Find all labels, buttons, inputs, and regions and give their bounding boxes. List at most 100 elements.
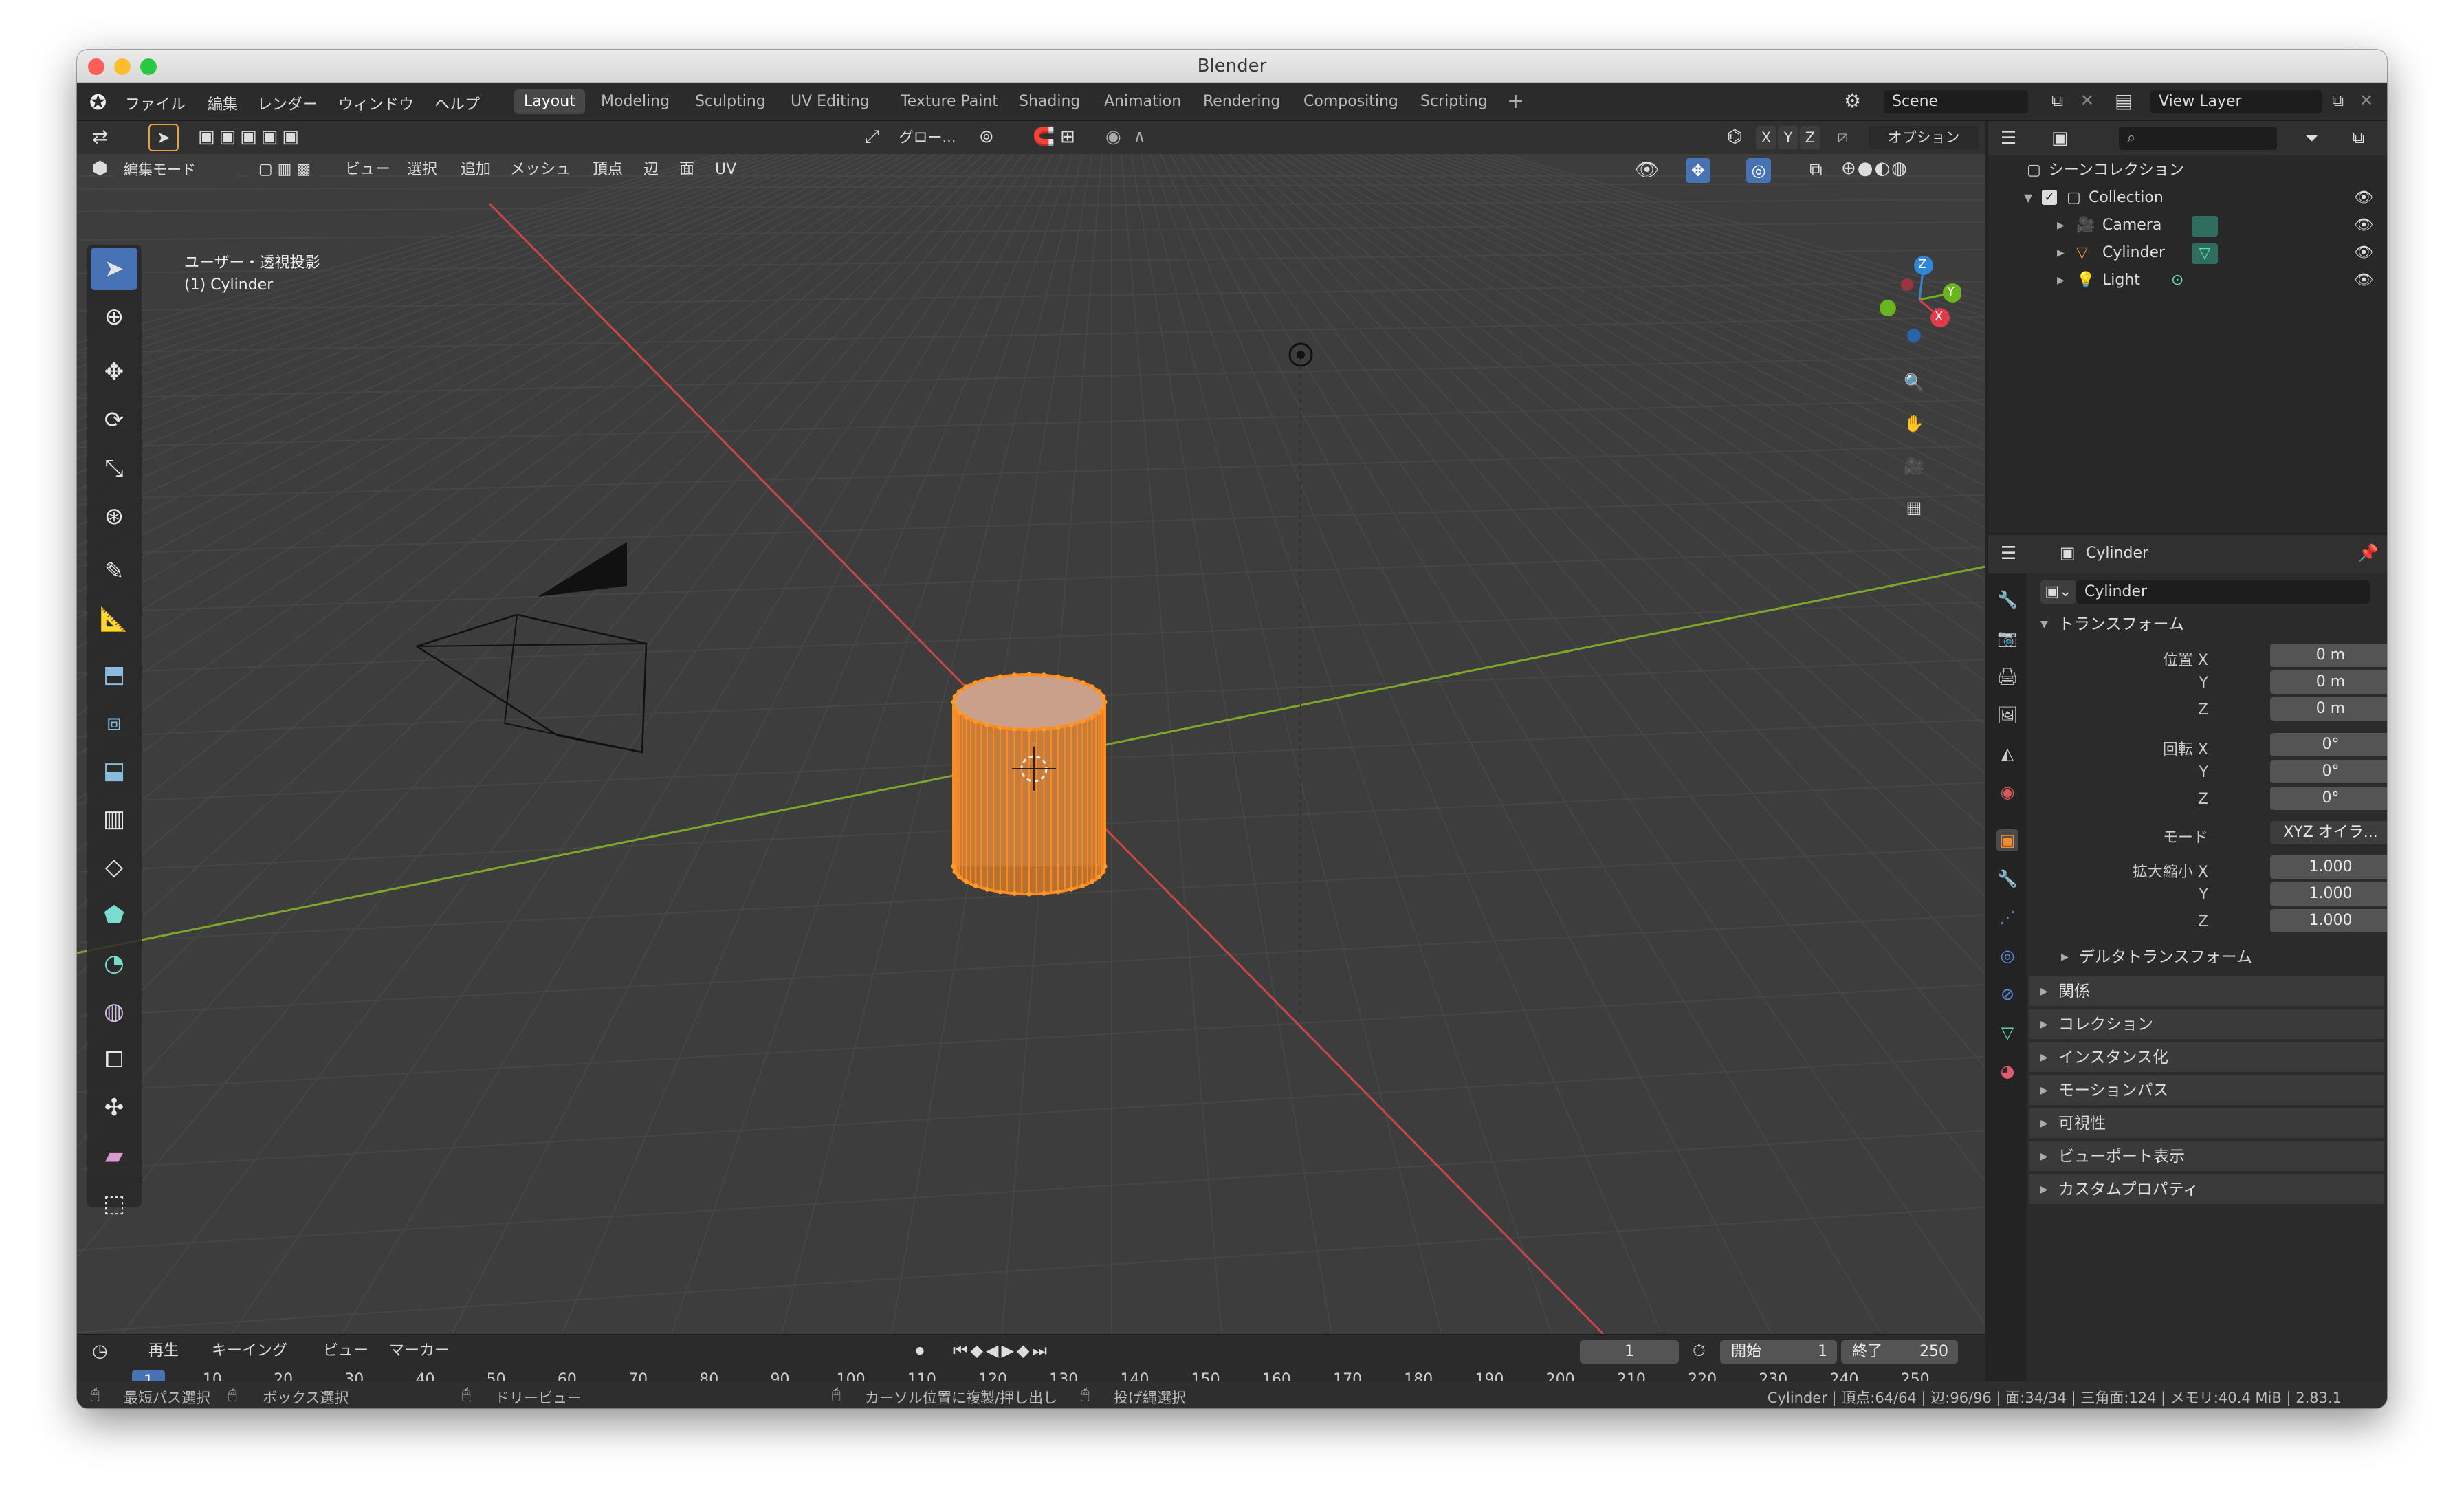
object-name-field[interactable]: Cylinder xyxy=(2076,580,2370,604)
eye-icon[interactable]: 👁 xyxy=(2354,184,2373,212)
select-mode-toggle-icons[interactable]: ▢ ▥ ▩ xyxy=(249,158,320,182)
expand-arrow-icon[interactable]: ▶ xyxy=(2057,239,2065,267)
tab-scripting[interactable]: Scripting xyxy=(1411,89,1497,114)
current-frame-field[interactable]: 1 xyxy=(1580,1340,1679,1364)
scene-icon[interactable]: ⚙ xyxy=(1844,89,1861,112)
tab-sculpting[interactable]: Sculpting xyxy=(685,89,776,114)
camera-view-icon[interactable]: 🎥 xyxy=(1900,452,1928,480)
delta-transform-panel[interactable]: ▶ デルタトランスフォーム xyxy=(2030,942,2384,972)
menu-timeline-view[interactable]: ビュー xyxy=(323,1339,368,1363)
cursor-tool-icon[interactable]: ⊕ xyxy=(91,296,138,338)
tab-rendering[interactable]: Rendering xyxy=(1194,89,1290,114)
rotate-tool-icon[interactable]: ⟳ xyxy=(91,399,138,441)
poly-build-tool-icon[interactable]: ⬟ xyxy=(91,894,138,937)
delete-scene-icon[interactable]: ✕ xyxy=(2080,91,2094,110)
tab-compositing[interactable]: Compositing xyxy=(1294,89,1408,114)
menu-view[interactable]: ビュー xyxy=(345,158,390,182)
mirror-z-toggle[interactable]: Z xyxy=(1800,126,1820,149)
mesh-data-icon[interactable]: ▽ xyxy=(2192,243,2218,264)
display-mode-icon[interactable]: ▣ xyxy=(2052,128,2069,149)
menu-window[interactable]: ウィンドウ xyxy=(338,92,414,114)
options-dropdown[interactable]: オプション xyxy=(1869,126,1979,149)
tab-layout[interactable]: Layout xyxy=(514,89,585,114)
new-collection-icon[interactable]: ⧉ xyxy=(2353,128,2364,147)
menu-select[interactable]: 選択 xyxy=(407,158,437,182)
material-tab-icon[interactable]: ◕ xyxy=(1996,1060,2018,1082)
scale-z-field[interactable]: 1.000 xyxy=(2270,909,2387,932)
outliner-editor-icon[interactable]: ☰ xyxy=(2001,128,2016,149)
navigation-gizmo[interactable]: Z Y X xyxy=(1871,252,1962,348)
view-layer-icon[interactable]: ▤ xyxy=(2115,89,2133,112)
eye-icon[interactable]: 👁 xyxy=(2354,239,2373,267)
physics-tab-icon[interactable]: ◎ xyxy=(1996,945,2018,967)
collection-row[interactable]: ▼ ✓ ▢ Collection 👁 xyxy=(1988,184,2387,212)
transform-panel-header[interactable]: ▼ トランスフォーム xyxy=(2030,609,2384,639)
playback-controls-icons[interactable]: ⏮◆◀▶◆⏭ xyxy=(953,1341,1050,1360)
light-data-icon[interactable]: ⊙ xyxy=(2171,267,2184,294)
menu-render[interactable]: レンダー xyxy=(257,92,318,114)
new-view-layer-icon[interactable]: ⧉ xyxy=(2332,91,2344,110)
mode-dropdown[interactable]: 編集モード xyxy=(116,158,236,182)
menu-mesh[interactable]: メッシュ xyxy=(510,158,571,182)
overlay-toggle-icon[interactable]: ◎ xyxy=(1746,158,1771,183)
editor-type-icon[interactable]: ⬢ xyxy=(92,158,108,179)
properties-editor-icon[interactable]: ☰ xyxy=(2001,543,2016,564)
knife-tool-icon[interactable]: ◇ xyxy=(91,846,138,888)
world-tab-icon[interactable]: ◉ xyxy=(1996,781,2018,803)
render-tab-icon[interactable]: 📷 xyxy=(1996,627,2018,649)
annotate-tool-icon[interactable]: ✎ xyxy=(91,550,138,593)
tab-shading[interactable]: Shading xyxy=(1009,89,1090,114)
tool-settings-icon[interactable]: ⇄ xyxy=(92,125,108,148)
3d-viewport[interactable]: ⇄ ➤ ▣▣▣▣▣ ⤢ グロー... ⊚ 🧲 ⊞ ◉ ∧ ⌬ X Y Z ⧄ オ… xyxy=(77,121,1986,1334)
particles-tab-icon[interactable]: ⋰ xyxy=(1996,906,2018,928)
outliner-search-input[interactable]: ⌕ xyxy=(2119,127,2277,150)
timeline-editor-icon[interactable]: ◷ xyxy=(92,1341,108,1361)
new-scene-icon[interactable]: ⧉ xyxy=(2052,91,2063,110)
outliner-item-cylinder[interactable]: ▶ ▽ Cylinder ▽ 👁 xyxy=(1988,239,2387,267)
output-tab-icon[interactable]: 🖨 xyxy=(1996,666,2018,688)
bevel-tool-icon[interactable]: ⬓ xyxy=(91,749,138,792)
tab-texture-paint[interactable]: Texture Paint xyxy=(891,89,1008,114)
tool-tab-icon[interactable]: 🔧 xyxy=(1996,589,2018,611)
eye-icon[interactable]: 👁 xyxy=(2354,267,2373,294)
delete-view-layer-icon[interactable]: ✕ xyxy=(2360,91,2373,110)
extrude-tool-icon[interactable]: ⬒ xyxy=(91,653,138,696)
move-tool-icon[interactable]: ✥ xyxy=(91,351,138,393)
transform-orientation-dropdown[interactable]: グロー... xyxy=(891,126,964,149)
shading-mode-icons[interactable]: ⊕●◐◍ xyxy=(1841,158,1930,183)
location-x-field[interactable]: 0 m xyxy=(2270,644,2387,667)
shear-tool-icon[interactable]: ▰ xyxy=(91,1135,138,1177)
expand-arrow-icon[interactable]: ▼ xyxy=(2024,184,2032,212)
menu-vertex[interactable]: 頂点 xyxy=(593,158,623,182)
object-tab-icon[interactable]: ▣ xyxy=(1996,829,2018,851)
menu-playback[interactable]: 再生 xyxy=(148,1339,179,1363)
zoom-icon[interactable]: 🔍 xyxy=(1900,369,1928,396)
scale-tool-icon[interactable]: ⤡ xyxy=(91,447,138,490)
smooth-tool-icon[interactable]: ◍ xyxy=(91,990,138,1033)
snap-icon[interactable]: 🧲 xyxy=(1033,127,1055,147)
auto-merge-icon[interactable]: ⧄ xyxy=(1837,127,1849,148)
rotation-z-field[interactable]: 0° xyxy=(2270,787,2387,810)
menu-keying[interactable]: キーイング xyxy=(212,1339,287,1363)
location-y-field[interactable]: 0 m xyxy=(2270,670,2387,694)
mesh-data-tab-icon[interactable]: ▽ xyxy=(1996,1022,2018,1044)
pin-icon[interactable]: 📌 xyxy=(2358,543,2379,562)
snap-target-icon[interactable]: ⊞ xyxy=(1060,127,1075,147)
spin-tool-icon[interactable]: ◔ xyxy=(91,942,138,985)
menu-help[interactable]: ヘルプ xyxy=(434,92,480,114)
eye-icon[interactable]: 👁 xyxy=(2354,212,2373,239)
tab-uv-editing[interactable]: UV Editing xyxy=(781,89,879,114)
motion-paths-panel[interactable]: ▶ モーションパス xyxy=(2030,1075,2384,1106)
add-workspace-icon[interactable]: + xyxy=(1507,89,1524,113)
scale-y-field[interactable]: 1.000 xyxy=(2270,882,2387,906)
measure-tool-icon[interactable]: 📐 xyxy=(91,598,138,641)
rotation-mode-dropdown[interactable]: XYZ オイラ... xyxy=(2270,821,2387,844)
viewport-display-panel[interactable]: ▶ ビューポート表示 xyxy=(2030,1141,2384,1172)
scale-x-field[interactable]: 1.000 xyxy=(2270,855,2387,879)
relations-panel[interactable]: ▶ 関係 xyxy=(2030,976,2384,1007)
edge-slide-tool-icon[interactable]: ⧠ xyxy=(91,1038,138,1081)
view-layer-field[interactable]: View Layer xyxy=(2150,90,2322,113)
menu-edit[interactable]: 編集 xyxy=(208,92,238,114)
visibility-icon[interactable]: 👁 xyxy=(1635,158,1660,181)
perspective-toggle-icon[interactable]: ▦ xyxy=(1900,494,1928,521)
